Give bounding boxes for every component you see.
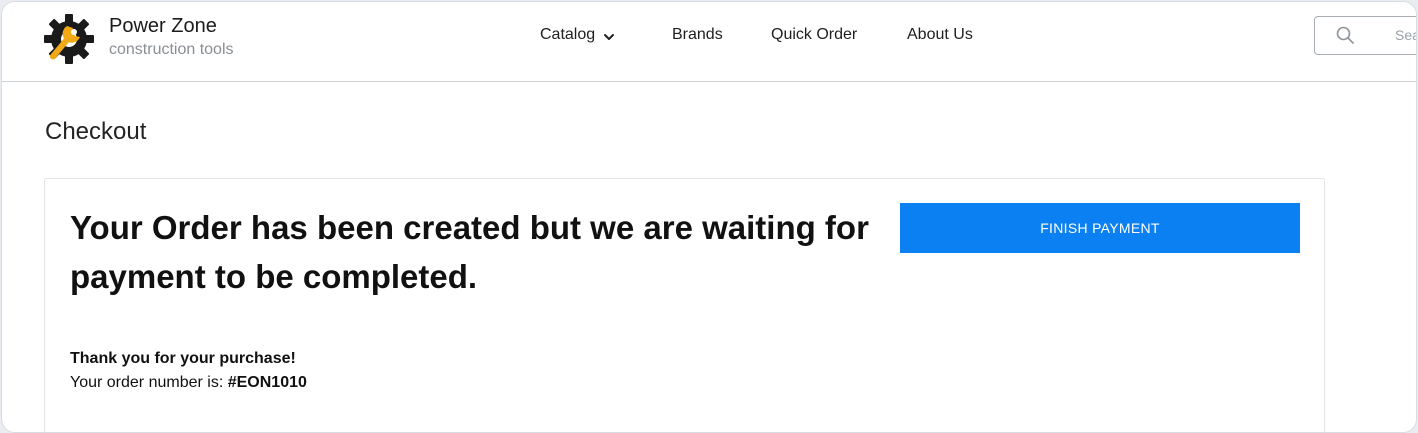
finish-payment-button[interactable]: FINISH PAYMENT <box>900 203 1300 253</box>
nav-about-us-label: About Us <box>907 26 973 43</box>
nav-about-us[interactable]: About Us <box>907 26 973 44</box>
order-number: #EON1010 <box>227 374 307 391</box>
nav-quick-order[interactable]: Quick Order <box>771 26 857 44</box>
thank-you-message: Thank you for your purchase! <box>70 350 296 367</box>
nav-brands-label: Brands <box>672 26 723 43</box>
chevron-down-icon <box>604 33 615 40</box>
search-box[interactable] <box>1314 16 1416 55</box>
brand-tagline: construction tools <box>109 41 234 58</box>
search-icon <box>1336 26 1354 44</box>
search-input[interactable] <box>1393 26 1416 44</box>
nav-brands[interactable]: Brands <box>672 26 723 44</box>
site-header: Power Zone construction tools Catalog Br… <box>2 2 1416 82</box>
nav-catalog[interactable]: Catalog <box>540 26 615 44</box>
nav-catalog-label: Catalog <box>540 26 596 43</box>
brand-name[interactable]: Power Zone <box>109 15 217 38</box>
order-headline: Your Order has been created but we are w… <box>70 209 869 295</box>
nav-quick-order-label: Quick Order <box>771 26 858 43</box>
gear-wrench-icon[interactable] <box>43 13 95 65</box>
order-status-card: Your Order has been created but we are w… <box>44 178 1325 432</box>
app-window: Power Zone construction tools Catalog Br… <box>1 1 1417 433</box>
order-number-prefix: Your order number is: <box>70 374 228 391</box>
page-title: Checkout <box>45 118 147 145</box>
order-number-line: Your order number is: #EON1010 <box>70 374 307 392</box>
